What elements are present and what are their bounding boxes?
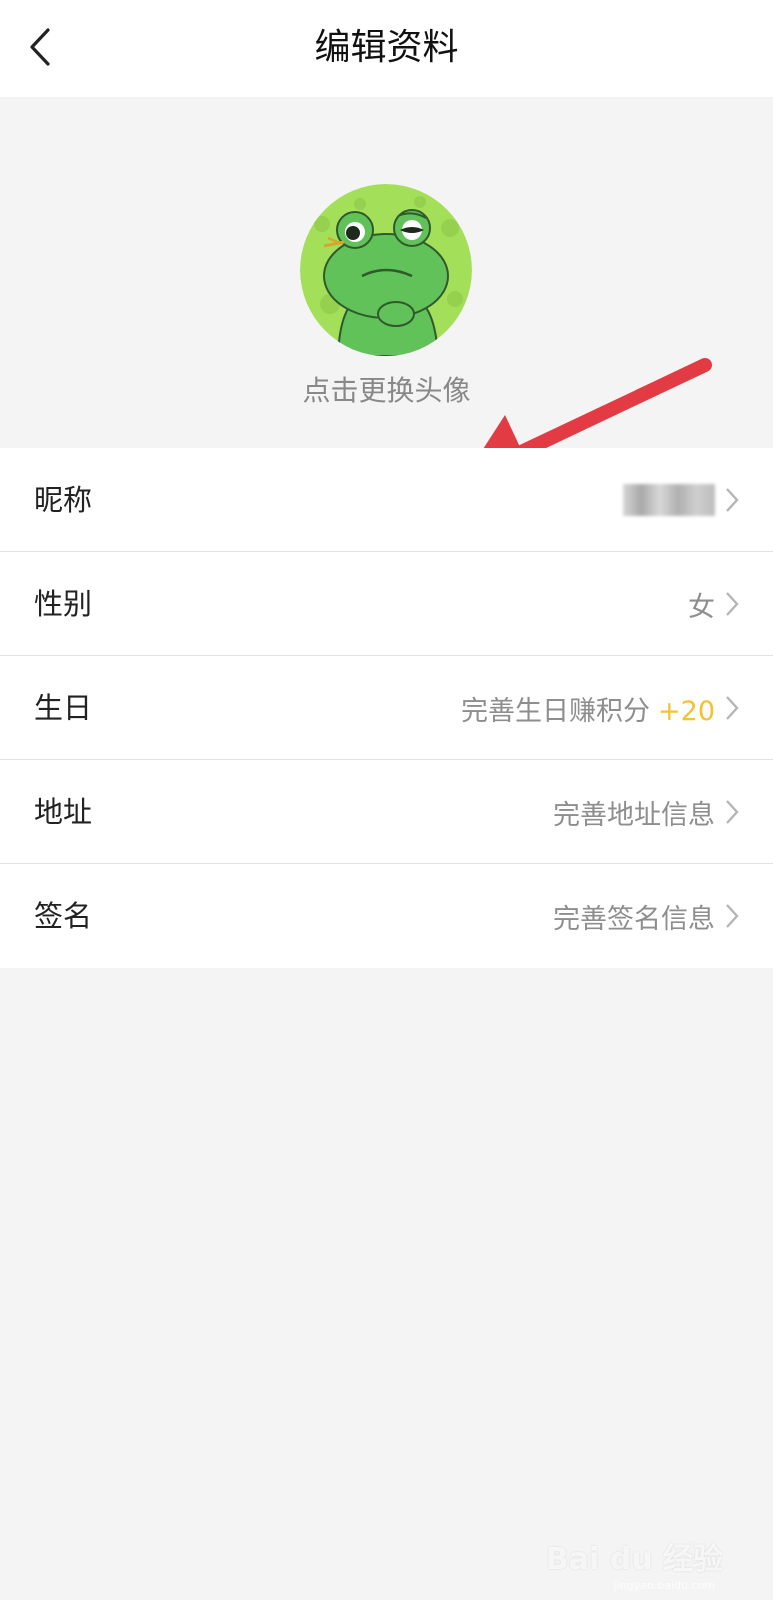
top-bar: 编辑资料 [0, 0, 773, 97]
row-label: 性别 [34, 587, 93, 621]
points-bonus-badge: +20 [658, 695, 715, 727]
profile-list: 昵称 性别 女 生日 完善生日赚积分 +20 地址 完善地址信息 签名 完善签名… [0, 448, 773, 968]
chevron-right-icon [725, 903, 739, 929]
row-right [623, 448, 739, 552]
signature-row[interactable]: 签名 完善签名信息 [0, 864, 773, 968]
nickname-row[interactable]: 昵称 [0, 448, 773, 552]
row-label: 昵称 [34, 483, 93, 517]
signature-value: 完善签名信息 [553, 903, 715, 935]
gender-value: 女 [688, 591, 715, 623]
chevron-right-icon [725, 799, 739, 825]
frog-avatar-image [300, 184, 472, 356]
row-right: 完善地址信息 [553, 760, 739, 864]
birthday-value: 完善生日赚积分 +20 [461, 689, 715, 728]
baidu-watermark-url: jingyan.baidu.com [613, 1579, 715, 1592]
row-label: 地址 [34, 795, 93, 829]
row-label: 签名 [34, 899, 93, 933]
page-title: 编辑资料 [314, 27, 459, 68]
chevron-right-icon [725, 487, 739, 513]
birthday-row[interactable]: 生日 完善生日赚积分 +20 [0, 656, 773, 760]
chevron-right-icon [725, 695, 739, 721]
row-right: 完善签名信息 [553, 864, 739, 968]
avatar-section: 点击更换头像 [0, 97, 773, 477]
gender-row[interactable]: 性别 女 [0, 552, 773, 656]
avatar[interactable] [300, 184, 472, 356]
address-value: 完善地址信息 [553, 799, 715, 831]
row-label: 生日 [34, 691, 93, 725]
row-right: 完善生日赚积分 +20 [461, 656, 739, 760]
row-right: 女 [688, 552, 739, 656]
baidu-watermark-logo: Bai du 经验 [545, 1542, 723, 1577]
address-row[interactable]: 地址 完善地址信息 [0, 760, 773, 864]
birthday-prompt: 完善生日赚积分 [461, 695, 651, 727]
chevron-right-icon [725, 591, 739, 617]
blurred-nickname-value [623, 484, 715, 516]
